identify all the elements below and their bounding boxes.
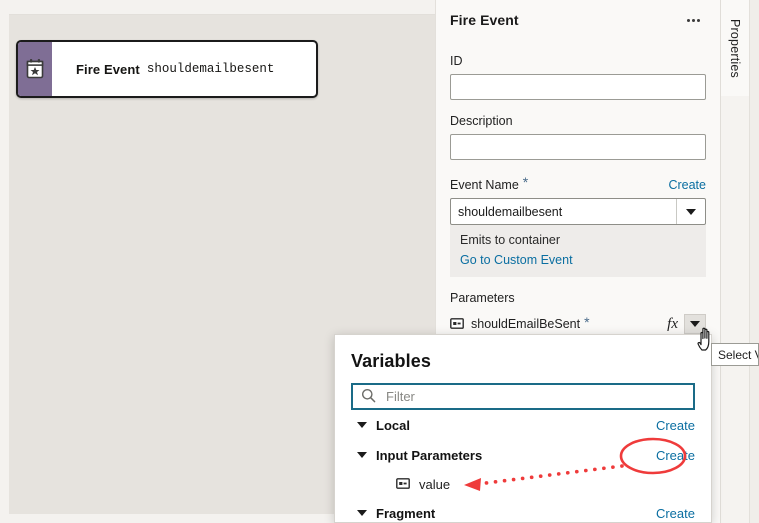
event-name-label: Event Name (450, 178, 519, 192)
event-name-label-row: Event Name * Create (450, 174, 706, 192)
variables-filter-wrapper[interactable] (351, 383, 695, 410)
calendar-star-icon (18, 42, 52, 96)
tooltip: Select V (711, 343, 759, 366)
variable-name: value (419, 476, 451, 492)
chevron-down-icon[interactable] (357, 422, 367, 428)
fire-event-node-card[interactable]: Fire Event shouldemailbesent (16, 40, 318, 98)
required-marker: * (522, 174, 529, 190)
event-name-create-link[interactable]: Create (668, 178, 706, 192)
variables-popup-title: Variables (351, 351, 431, 371)
variable-icon (450, 317, 464, 332)
properties-panel-body: ID Description Event Name * Create should… (436, 54, 720, 335)
create-input-parameter-link[interactable]: Create (656, 448, 695, 463)
search-icon (361, 388, 376, 406)
parameter-row: shouldEmailBeSent * fx (450, 313, 706, 335)
properties-panel-header: Fire Event (436, 0, 720, 40)
fx-expression-button[interactable]: fx (667, 316, 678, 333)
variables-group-label: Input Parameters (376, 447, 483, 463)
emits-to-container-text: Emits to container (460, 233, 561, 247)
description-label: Description (450, 114, 513, 128)
variable-icon (396, 477, 410, 492)
right-rail-inner-card (750, 88, 759, 523)
parameter-required-marker: * (584, 314, 590, 330)
canvas-top-strip (0, 0, 435, 15)
event-name-value: shouldemailbesent (458, 204, 563, 219)
right-rail: Properties (720, 0, 759, 523)
tooltip-text: Select V (718, 347, 759, 362)
tab-properties[interactable]: Properties (721, 0, 749, 96)
variables-filter-input[interactable] (384, 388, 685, 405)
parameter-name: shouldEmailBeSent (471, 317, 581, 331)
event-name-label-group: Event Name * (450, 174, 529, 192)
list-item[interactable]: value (335, 470, 711, 498)
chevron-down-icon[interactable] (357, 452, 367, 458)
description-input[interactable] (450, 134, 706, 160)
chevron-down-icon[interactable] (676, 199, 705, 224)
emits-info-box: Emits to container Go to Custom Event (450, 225, 706, 277)
fire-event-node-label: Fire Event shouldemailbesent (52, 42, 316, 96)
create-fragment-variable-link[interactable]: Create (656, 506, 695, 521)
id-input[interactable] (450, 74, 706, 100)
variables-group-label: Local (376, 417, 410, 433)
create-local-variable-link[interactable]: Create (656, 418, 695, 433)
node-value: shouldemailbesent (146, 62, 275, 76)
variables-group-input-parameters[interactable]: Input Parameters Create (335, 440, 711, 470)
chevron-down-icon[interactable] (357, 510, 367, 516)
parameters-section-title: Parameters (450, 291, 515, 305)
node-title: Fire Event (76, 61, 140, 77)
variables-group-fragment[interactable]: Fragment Create (335, 498, 711, 522)
variables-popup: Variables Local Create Input Parameters … (334, 334, 712, 523)
id-label: ID (450, 54, 463, 68)
go-to-custom-event-link[interactable]: Go to Custom Event (460, 253, 696, 267)
variables-group-label: Fragment (376, 505, 436, 521)
ellipsis-icon[interactable] (682, 12, 704, 28)
parameter-chevron-down-icon[interactable] (684, 314, 706, 334)
page-title: Fire Event (450, 12, 519, 28)
canvas-left-gutter (0, 0, 9, 523)
variables-group-local[interactable]: Local Create (335, 410, 711, 440)
event-name-combobox[interactable]: shouldemailbesent (450, 198, 706, 225)
